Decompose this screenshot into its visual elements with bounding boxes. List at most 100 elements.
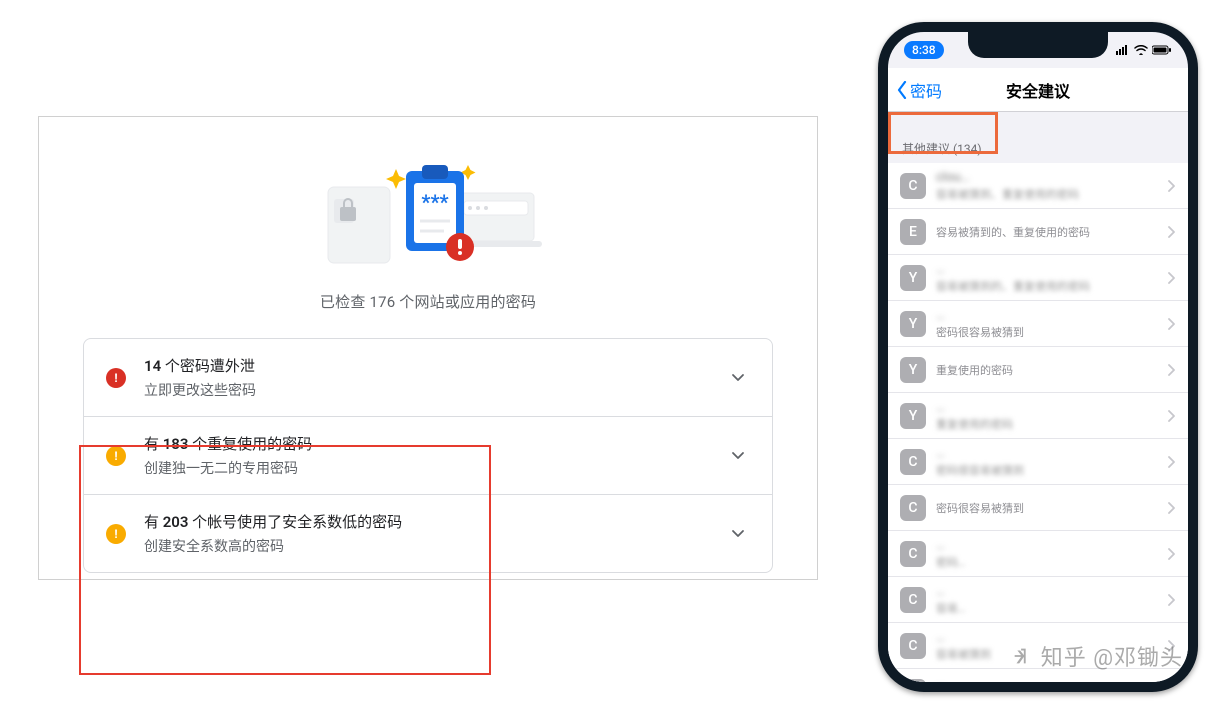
chevron-right-icon [1168,318,1178,330]
recommendation-reason: 密码很容易被猜到 [936,324,1158,340]
recommendation-reason: 密码… [936,554,1158,570]
chevron-right-icon [1168,594,1178,606]
recommendation-reason: 重复使用的密码 [936,416,1158,432]
status-indicators [1116,45,1172,55]
recommendation-text: …密码很容易被猜到 [936,446,1158,478]
password-checkup-illustration: *** [308,147,548,267]
recommendation-reason: 容易被猜到 [936,646,1158,662]
chevron-down-icon [728,368,748,388]
recommendation-row[interactable]: C …容易被猜到 [888,623,1188,669]
issue-title: 14 个密码遭外泄 [144,355,710,376]
recommendation-site: … [936,630,1158,645]
recommendation-text: …密码很容易被猜到 [936,308,1158,340]
recommendation-row[interactable]: C …密码… [888,669,1188,682]
issue-subtitle: 立即更改这些密码 [144,380,710,400]
recommendation-reason: 容易被猜到的、重复使用的密码 [936,278,1158,294]
nav-bar: 密码 安全建议 [888,68,1188,112]
recommendation-row[interactable]: Y …重复使用的密码 [888,393,1188,439]
recommendation-text: …重复使用的密码 [936,400,1158,432]
site-avatar: C [900,449,926,475]
chevron-right-icon [1168,226,1178,238]
chevron-right-icon [1168,410,1178,422]
chevron-right-icon [1168,640,1178,652]
wifi-icon [1134,45,1148,55]
recommendation-reason: 容易… [936,600,1158,616]
checkup-summary-text: 已检查 176 个网站或应用的密码 [39,291,817,312]
warning-icon: ! [106,446,126,466]
site-avatar: Y [900,403,926,429]
iphone-notch [968,32,1108,58]
recommendation-text: 密码很容易被猜到 [936,499,1158,516]
site-avatar: C [900,495,926,521]
recommendation-reason: 重复使用的密码 [936,362,1158,378]
issue-text: 有 203 个帐号使用了安全系数低的密码创建安全系数高的密码 [144,511,710,556]
recommendation-row[interactable]: Y 重复使用的密码 [888,347,1188,393]
recommendation-site: … [936,262,1158,277]
hero-illustration: *** [39,147,817,267]
site-avatar: C [900,679,926,682]
recommendation-text: …容易被猜到的、重复使用的密码 [936,262,1158,294]
site-avatar: C [900,587,926,613]
site-avatar: Y [900,357,926,383]
chevron-right-icon [1168,502,1178,514]
security-recommendations-list-container[interactable]: 其他建议 (134) Cclou…容易被猜到、重复使用的密码 E 容易被猜到的、重复… [888,112,1188,682]
site-avatar: Y [900,311,926,337]
chevron-down-icon [728,524,748,544]
recommendation-row[interactable]: Y …容易被猜到的、重复使用的密码 [888,255,1188,301]
recommendation-text: 重复使用的密码 [936,361,1158,378]
recommendation-site: … [936,584,1158,599]
issue-title: 有 183 个重复使用的密码 [144,433,710,454]
site-avatar: C [900,173,926,199]
signal-icon [1116,45,1130,55]
recommendation-site: … [936,400,1158,415]
issue-row[interactable]: ! 14 个密码遭外泄立即更改这些密码 [84,339,772,416]
recommendation-site: … [936,538,1158,553]
issue-row[interactable]: ! 有 183 个重复使用的密码创建独一无二的专用密码 [84,416,772,494]
recommendation-row[interactable]: C …容易… [888,577,1188,623]
recommendation-reason: 密码很容易被猜到 [936,500,1158,516]
recommendation-row[interactable]: Cclou…容易被猜到、重复使用的密码 [888,163,1188,209]
site-avatar: E [900,219,926,245]
alert-icon: ! [106,368,126,388]
recommendation-row[interactable]: C …密码… [888,531,1188,577]
issue-list: ! 14 个密码遭外泄立即更改这些密码! 有 183 个重复使用的密码创建独一无二的… [83,338,773,573]
recommendation-site: … [936,676,1158,682]
recommendation-text: 容易被猜到的、重复使用的密码 [936,223,1158,240]
chevron-right-icon [1168,456,1178,468]
section-header-other-recommendations: 其他建议 (134) [888,112,1188,163]
site-avatar: Y [900,265,926,291]
recommendation-row[interactable]: C …密码很容易被猜到 [888,439,1188,485]
chevron-down-icon [728,446,748,466]
recommendation-reason: 容易被猜到的、重复使用的密码 [936,224,1158,240]
password-checkup-card: *** 已检查 176 个网站或应用的密码 ! 14 个密码遭外泄立即更改这些密码… [38,116,818,580]
chevron-right-icon [1168,548,1178,560]
recommendation-text: …容易被猜到 [936,630,1158,662]
chevron-right-icon [1168,364,1178,376]
site-avatar: C [900,541,926,567]
battery-icon [1152,45,1172,55]
issue-title: 有 203 个帐号使用了安全系数低的密码 [144,511,710,532]
recommendation-site: clou… [936,170,1158,185]
recommendation-text: …密码… [936,676,1158,682]
section-header-label: 其他建议 (134) [902,142,982,156]
issue-row[interactable]: ! 有 203 个帐号使用了安全系数低的密码创建安全系数高的密码 [84,494,772,572]
recommendation-site: … [936,308,1158,323]
recommendation-reason: 容易被猜到、重复使用的密码 [936,186,1158,202]
recommendations-list: Cclou…容易被猜到、重复使用的密码E容易被猜到的、重复使用的密码Y…容易被猜… [888,163,1188,682]
chevron-left-icon [896,81,908,99]
warning-icon: ! [106,524,126,544]
recommendation-site: … [936,446,1158,461]
recommendation-row[interactable]: C 密码很容易被猜到 [888,485,1188,531]
site-avatar: C [900,633,926,659]
svg-text:***: *** [421,190,448,214]
chevron-right-icon [1168,272,1178,284]
back-button[interactable]: 密码 [888,78,942,102]
issue-text: 有 183 个重复使用的密码创建独一无二的专用密码 [144,433,710,478]
status-time-pill: 8:38 [904,41,944,59]
issue-text: 14 个密码遭外泄立即更改这些密码 [144,355,710,400]
recommendation-reason: 密码很容易被猜到 [936,462,1158,478]
recommendation-text: clou…容易被猜到、重复使用的密码 [936,170,1158,202]
recommendation-text: …密码… [936,538,1158,570]
recommendation-row[interactable]: E 容易被猜到的、重复使用的密码 [888,209,1188,255]
recommendation-row[interactable]: Y …密码很容易被猜到 [888,301,1188,347]
